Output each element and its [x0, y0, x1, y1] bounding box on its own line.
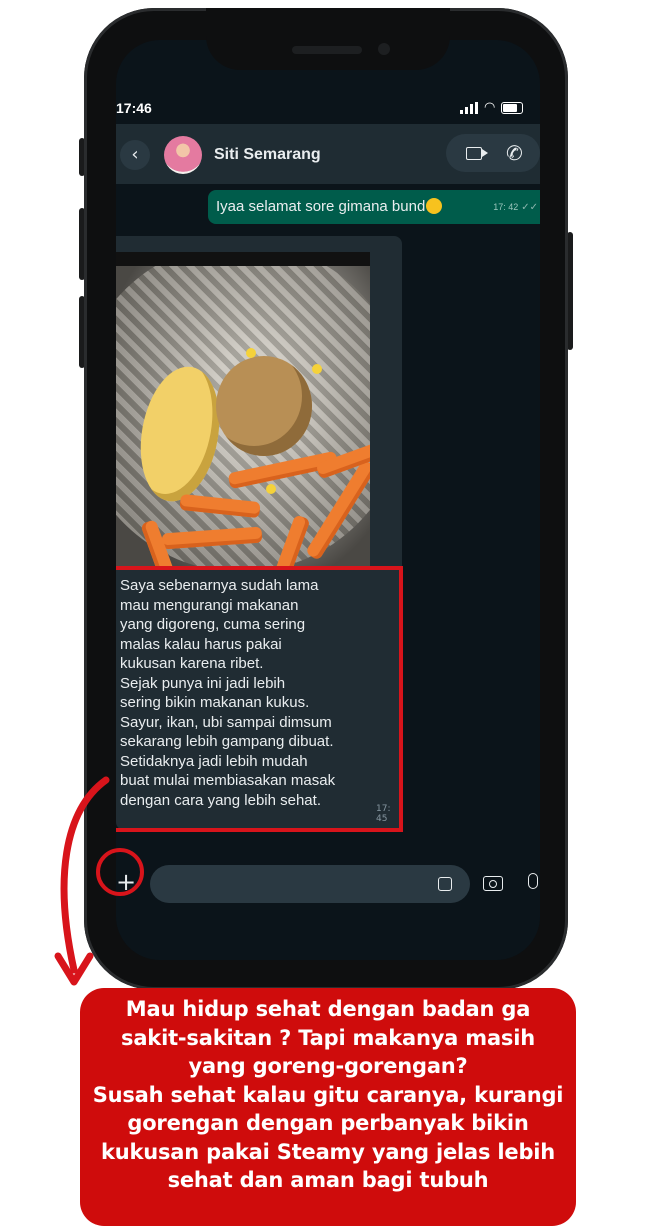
- phone-notch: [206, 8, 450, 70]
- chevron-left-icon: ‹: [131, 144, 139, 165]
- message-input[interactable]: [150, 865, 470, 903]
- status-time: 17:46: [116, 100, 152, 116]
- promo-banner: Mau hidup sehat dengan badan ga sakit-sa…: [80, 988, 576, 1226]
- camera-icon[interactable]: [483, 876, 503, 891]
- front-camera: [378, 43, 390, 55]
- potato: [216, 356, 312, 456]
- voice-call-icon[interactable]: ✆: [504, 140, 524, 166]
- sticker-icon[interactable]: [438, 877, 452, 891]
- outgoing-message[interactable]: Iyaa selamat sore gimana bund 17: 42 ✓✓: [208, 190, 540, 224]
- corn-kernel: [312, 364, 322, 374]
- phone-screen: 17:46 ◠ ‹ Siti Semarang ✆ Iyaa selamat s…: [116, 40, 540, 960]
- double-check-icon: ✓✓: [521, 202, 538, 213]
- microphone-icon[interactable]: [528, 873, 538, 889]
- corn-kernel: [266, 484, 276, 494]
- incoming-message[interactable]: Saya sebenarnya sudah lama mau mengurang…: [116, 236, 403, 832]
- status-icons: ◠: [460, 100, 524, 115]
- message-time: 17: 42: [493, 202, 519, 212]
- message-photo[interactable]: [116, 252, 370, 568]
- photo-shadow: [116, 252, 370, 266]
- message-text: Iyaa selamat sore gimana bund: [216, 198, 426, 215]
- chat-header: ‹ Siti Semarang ✆: [116, 124, 540, 184]
- wifi-icon: ◠: [484, 100, 496, 115]
- battery-icon: [501, 101, 524, 114]
- avatar[interactable]: [164, 136, 202, 174]
- contact-name[interactable]: Siti Semarang: [214, 146, 321, 164]
- chat-area: Iyaa selamat sore gimana bund 17: 42✓✓: [116, 184, 540, 849]
- message-text: Saya sebenarnya sudah lama mau mengurang…: [120, 577, 336, 809]
- signal-icon: [460, 101, 478, 114]
- video-call-icon[interactable]: [466, 147, 488, 160]
- corn-kernel: [246, 348, 256, 358]
- back-button[interactable]: ‹: [120, 140, 150, 170]
- message-time: 17: 45: [376, 804, 391, 824]
- message-input-bar: +: [116, 849, 540, 960]
- speaker-grille: [292, 46, 362, 54]
- curved-arrow-icon: [54, 776, 110, 986]
- message-meta: 17: 42 ✓✓: [493, 190, 538, 225]
- call-actions: ✆: [446, 134, 540, 172]
- smiling-face-emoji-icon: [426, 198, 443, 214]
